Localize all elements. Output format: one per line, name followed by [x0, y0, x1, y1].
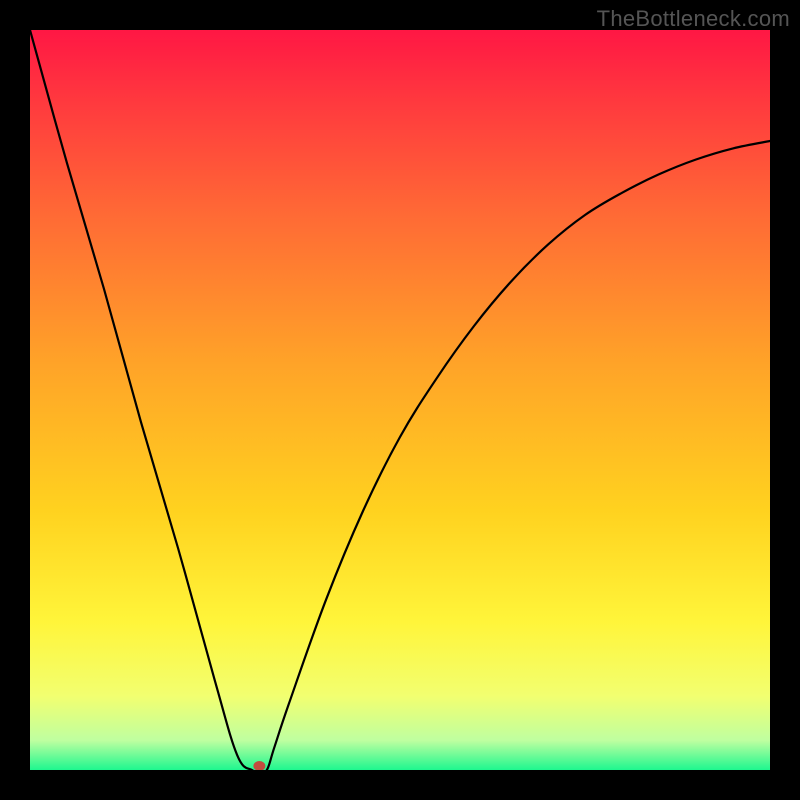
chart-svg — [30, 30, 770, 770]
plot-area — [30, 30, 770, 770]
gradient-background — [30, 30, 770, 770]
watermark-text: TheBottleneck.com — [597, 6, 790, 32]
chart-frame: TheBottleneck.com — [0, 0, 800, 800]
